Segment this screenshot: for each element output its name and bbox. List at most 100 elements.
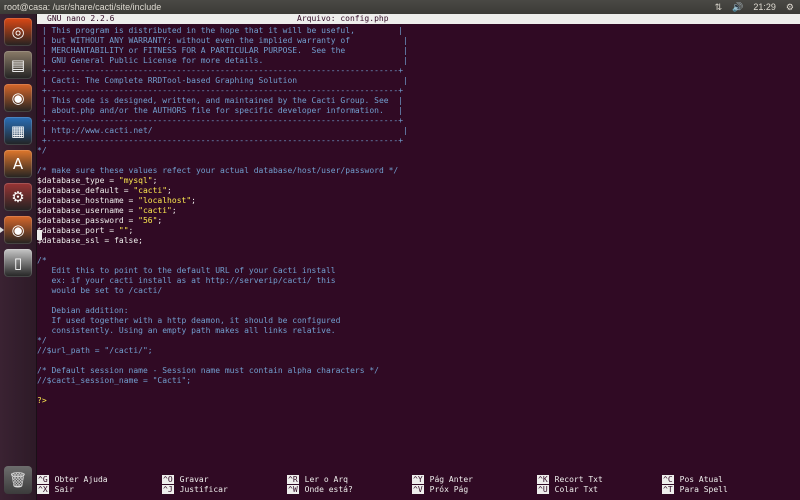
keyboard-icon[interactable]: ⇅ xyxy=(715,0,723,14)
code-variable: $database_password = xyxy=(37,216,139,225)
code-line: ?> xyxy=(37,396,800,406)
power-icon[interactable]: ⚙ xyxy=(786,0,794,14)
shortcut-label: Ler o Arq xyxy=(304,475,348,484)
code-line: would be set to /cacti/ xyxy=(37,286,800,296)
shortcut-label: Pág Anter xyxy=(429,475,473,484)
code-comment: | This code is designed, written, and ma… xyxy=(37,96,404,105)
code-line: ex: if your cacti install as at http://s… xyxy=(37,276,800,286)
code-variable: $database_type = xyxy=(37,176,119,185)
shortcut-label: Colar Txt xyxy=(554,485,598,494)
code-comment: | MERCHANTABILITY or FITNESS FOR A PARTI… xyxy=(37,46,408,55)
volume-icon[interactable]: 🔊 xyxy=(732,0,743,14)
shortcut-item[interactable]: ^Y Pág Anter xyxy=(412,475,473,485)
launcher: ◎ ▤ ◉ ▦ A ⚙ ◉ ▯ xyxy=(0,14,37,500)
code-line: Debian addition: xyxy=(37,306,800,316)
settings-icon[interactable]: ⚙ xyxy=(4,183,32,211)
shortcut-item[interactable]: ^C Pos Atual xyxy=(662,475,723,485)
code-line: */ xyxy=(37,336,800,346)
shortcut-key: ^T xyxy=(662,485,674,494)
code-text: ?> xyxy=(37,396,47,405)
code-punct: ; xyxy=(157,216,163,225)
shortcut-item[interactable]: ^R Ler o Arq xyxy=(287,475,348,485)
text-cursor xyxy=(37,230,42,240)
code-comment: | This program is distributed in the hop… xyxy=(37,26,404,35)
code-comment: | Cacti: The Complete RRDTool-based Grap… xyxy=(37,76,408,85)
code-comment: Debian addition: xyxy=(37,306,129,315)
files-icon[interactable]: ▤ xyxy=(4,51,32,79)
code-string: "cacti" xyxy=(133,186,168,195)
shortcut-label: Onde está? xyxy=(304,485,353,494)
code-comment: */ xyxy=(37,146,47,155)
code-string: "cacti" xyxy=(138,206,172,215)
shortcut-key: ^V xyxy=(412,485,424,494)
shortcut-key: ^J xyxy=(162,485,174,494)
code-line: +---------------------------------------… xyxy=(37,86,800,96)
usb-drive-icon[interactable]: ▯ xyxy=(4,249,32,277)
nano-version: GNU nano 2.2.6 xyxy=(47,14,115,23)
shortcut-item[interactable]: ^U Colar Txt xyxy=(537,485,598,495)
shortcut-item[interactable]: ^W Onde está? xyxy=(287,485,353,495)
code-line: +---------------------------------------… xyxy=(37,66,800,76)
code-line: $database_username = "cacti"; xyxy=(37,206,800,216)
trash-icon[interactable]: 🗑 xyxy=(4,466,32,494)
code-line: $database_hostname = "localhost"; xyxy=(37,196,800,206)
dash-home-icon[interactable]: ◎ xyxy=(4,18,32,46)
code-line: +---------------------------------------… xyxy=(37,136,800,146)
shortcut-label: Justificar xyxy=(179,485,228,494)
shortcut-item[interactable]: ^K Recort Txt xyxy=(537,475,603,485)
code-string: "" xyxy=(118,226,129,235)
terminal-window[interactable]: GNU nano 2.2.6 Arquivo: config.php | Thi… xyxy=(37,14,800,500)
code-comment: If used together with a http deamon, it … xyxy=(37,316,341,325)
code-line: | MERCHANTABILITY or FITNESS FOR A PARTI… xyxy=(37,46,800,56)
code-comment: //$url_path = "/cacti/"; xyxy=(37,346,153,355)
code-line: //$url_path = "/cacti/"; xyxy=(37,346,800,356)
code-line: | This code is designed, written, and ma… xyxy=(37,96,800,106)
shortcut-label: Para Spell xyxy=(679,485,728,494)
shortcut-item[interactable]: ^J Justificar xyxy=(162,485,228,495)
shortcut-item[interactable]: ^X Sair xyxy=(37,485,74,495)
firefox-icon[interactable]: ◉ xyxy=(4,84,32,112)
code-line: If used together with a http deamon, it … xyxy=(37,316,800,326)
shortcut-item[interactable]: ^V Próx Pág xyxy=(412,485,468,495)
code-line: | about.php and/or the AUTHORS file for … xyxy=(37,106,800,116)
code-line: */ xyxy=(37,146,800,156)
code-line: | Cacti: The Complete RRDTool-based Grap… xyxy=(37,76,800,86)
writer-icon[interactable]: ▦ xyxy=(4,117,32,145)
editor-buffer[interactable]: | This program is distributed in the hop… xyxy=(37,26,800,466)
code-comment: Edit this to point to the default URL of… xyxy=(37,266,336,275)
code-comment: | about.php and/or the AUTHORS file for … xyxy=(37,106,404,115)
code-comment: +---------------------------------------… xyxy=(37,86,404,95)
code-string: "56" xyxy=(138,216,158,225)
shortcut-key: ^R xyxy=(287,475,299,484)
code-comment: /* Default session name - Session name m… xyxy=(37,366,379,375)
shortcut-item[interactable]: ^G Obter Ajuda xyxy=(37,475,108,485)
code-comment: would be set to /cacti/ xyxy=(37,286,163,295)
nano-filename: Arquivo: config.php xyxy=(297,14,389,23)
top-panel: root@casa: /usr/share/cacti/site/include… xyxy=(0,0,800,14)
code-line: Edit this to point to the default URL of… xyxy=(37,266,800,276)
code-line: +---------------------------------------… xyxy=(37,116,800,126)
code-punct: ; xyxy=(171,206,177,215)
shortcut-key: ^O xyxy=(162,475,174,484)
code-line: consistently. Using an empty path makes … xyxy=(37,326,800,336)
shortcut-item[interactable]: ^T Para Spell xyxy=(662,485,728,495)
code-comment: | http://www.cacti.net/ | xyxy=(37,126,408,135)
clock[interactable]: 21:29 xyxy=(753,0,776,14)
active-app-indicator xyxy=(0,227,4,233)
code-comment: +---------------------------------------… xyxy=(37,136,404,145)
code-variable: $database_default = xyxy=(37,186,134,195)
code-comment: | GNU General Public License for more de… xyxy=(37,56,408,65)
shortcut-label: Gravar xyxy=(179,475,209,484)
code-variable: $database_hostname = xyxy=(37,196,139,205)
nano-title-bar: GNU nano 2.2.6 Arquivo: config.php xyxy=(37,14,800,24)
window-title: root@casa: /usr/share/cacti/site/include xyxy=(4,2,162,12)
shortcut-key: ^K xyxy=(537,475,549,484)
software-center-icon[interactable]: A xyxy=(4,150,32,178)
code-punct: ; xyxy=(152,176,158,185)
shortcut-item[interactable]: ^O Gravar xyxy=(162,475,209,485)
firefox-icon[interactable]: ◉ xyxy=(4,216,32,244)
shortcut-label: Obter Ajuda xyxy=(54,475,108,484)
